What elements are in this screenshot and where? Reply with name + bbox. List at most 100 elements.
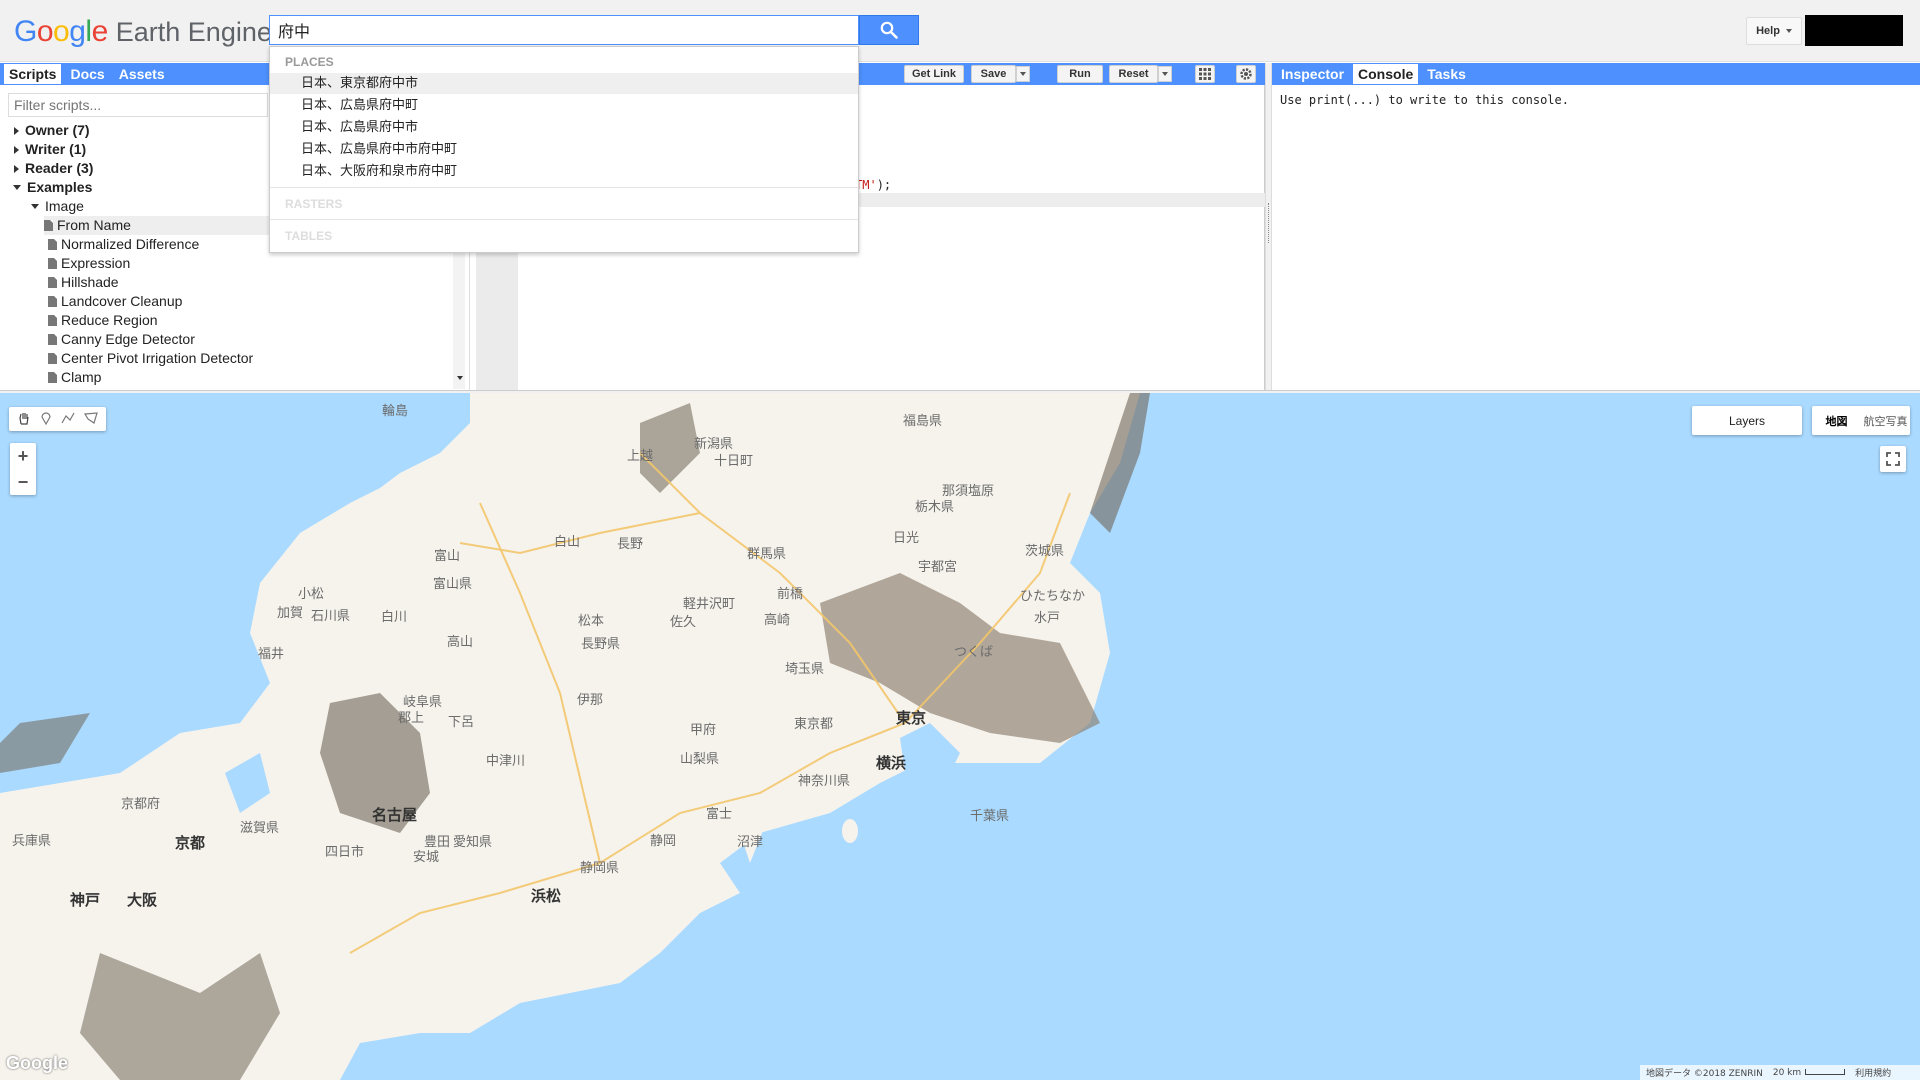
- search-button[interactable]: [859, 15, 919, 45]
- tree-file[interactable]: Hillshade: [48, 273, 119, 292]
- map-label: 高山: [447, 635, 474, 650]
- map-label: 福島県: [903, 414, 943, 429]
- map-label: 栃木県: [915, 500, 955, 515]
- place-suggestion[interactable]: 日本、東京都府中市: [270, 73, 858, 94]
- search-suggestions: PLACES 日本、東京都府中市 日本、広島県府中町 日本、広島県府中市 日本、…: [269, 46, 859, 253]
- tab-inspector[interactable]: Inspector: [1276, 64, 1349, 84]
- filter-scripts-input[interactable]: [8, 93, 268, 117]
- tree-file[interactable]: Center Pivot Irrigation Detector: [48, 349, 253, 368]
- tree-item-reader[interactable]: Reader (3): [14, 159, 93, 178]
- tree-file-label: Reduce Region: [61, 312, 158, 328]
- place-suggestion[interactable]: 日本、大阪府和泉市府中町: [270, 161, 858, 182]
- run-label: Run: [1069, 68, 1091, 80]
- zoom-in-button[interactable]: +: [10, 443, 36, 469]
- tree-item-examples[interactable]: Examples: [13, 178, 92, 197]
- save-dropdown-button[interactable]: [1016, 66, 1030, 82]
- map-city-label: 東京: [896, 709, 927, 727]
- tree-label: Reader: [25, 160, 73, 176]
- map-label: 白川: [381, 610, 408, 625]
- map-label: 軽井沢町: [683, 597, 736, 612]
- chevron-down-icon: [1785, 29, 1792, 33]
- tree-file[interactable]: Landcover Cleanup: [48, 292, 182, 311]
- map-type-map[interactable]: 地図: [1812, 413, 1861, 429]
- grid-icon: [1199, 68, 1211, 80]
- map-type-satellite[interactable]: 航空写真: [1861, 413, 1910, 429]
- place-suggestion[interactable]: 日本、広島県府中市府中町: [270, 139, 858, 160]
- tab-assets[interactable]: Assets: [114, 64, 170, 84]
- tree-file[interactable]: Clamp: [48, 368, 101, 387]
- map-label: 滋賀県: [240, 821, 280, 836]
- tree-file[interactable]: Reduce Region: [48, 311, 158, 330]
- search-box[interactable]: [269, 15, 859, 45]
- code-line[interactable]: TM');: [855, 178, 891, 192]
- search-input[interactable]: [278, 16, 848, 44]
- file-icon: [44, 220, 53, 231]
- map-label: つくば: [954, 645, 994, 660]
- reset-dropdown-button[interactable]: [1158, 66, 1172, 82]
- place-suggestion[interactable]: 日本、広島県府中市: [270, 117, 858, 138]
- terms-link[interactable]: 利用規約: [1855, 1066, 1891, 1079]
- tree-count: (7): [72, 122, 90, 138]
- chevron-down-icon: [1162, 72, 1168, 76]
- expand-arrow-icon: [14, 145, 19, 154]
- map-canvas[interactable]: 輪島 福島県 新潟県 上越 十日町 那須塩原 栃木県 日光 群馬県 茨城県 宇都…: [0, 393, 1920, 1080]
- tab-console[interactable]: Console: [1353, 64, 1419, 84]
- map-data-attribution[interactable]: 地図データ ©2018 ZENRIN: [1646, 1066, 1763, 1079]
- tree-file[interactable]: Canny Edge Detector: [48, 330, 195, 349]
- map-label: 郡上: [398, 711, 425, 726]
- tree-file[interactable]: Expression: [48, 254, 130, 273]
- scale-indicator[interactable]: 20 km: [1773, 1068, 1846, 1078]
- reset-button[interactable]: Reset: [1109, 65, 1158, 83]
- zoom-out-button[interactable]: −: [10, 469, 36, 495]
- logo-letter: o: [36, 15, 54, 48]
- tab-docs[interactable]: Docs: [65, 64, 109, 84]
- place-suggestion[interactable]: 日本、広島県府中町: [270, 95, 858, 116]
- run-button[interactable]: Run: [1057, 65, 1103, 83]
- tree-item-image[interactable]: Image: [31, 197, 84, 216]
- save-button[interactable]: Save: [971, 65, 1016, 83]
- tab-tasks[interactable]: Tasks: [1422, 64, 1471, 84]
- earth-engine-logo[interactable]: Google Earth Engine: [14, 14, 272, 50]
- fullscreen-button[interactable]: [1880, 446, 1906, 472]
- line-icon[interactable]: [61, 411, 75, 428]
- map-label: 静岡: [650, 834, 677, 849]
- tree-label: Examples: [27, 179, 93, 195]
- map-label: 加賀: [277, 606, 304, 621]
- polygon-icon[interactable]: [84, 411, 99, 428]
- help-button[interactable]: Help: [1746, 17, 1802, 45]
- tree-file[interactable]: Normalized Difference: [48, 235, 199, 254]
- apps-button[interactable]: [1195, 65, 1215, 83]
- map-label: 安城: [413, 850, 440, 865]
- tree-item-owner[interactable]: Owner (7): [14, 121, 90, 140]
- expand-arrow-icon: [14, 164, 19, 173]
- tree-file-label: Center Pivot Irrigation Detector: [61, 350, 254, 366]
- get-link-button[interactable]: Get Link: [904, 65, 964, 83]
- account-button[interactable]: [1805, 15, 1903, 46]
- scroll-down-icon[interactable]: [457, 376, 463, 380]
- map-label: 下呂: [448, 715, 475, 730]
- panel-resize-handle[interactable]: [1265, 63, 1272, 390]
- map-city-label: 京都: [175, 834, 206, 852]
- logo-letter: e: [91, 15, 109, 48]
- file-icon: [48, 277, 57, 288]
- tree-file-label: Landcover Cleanup: [61, 293, 183, 309]
- marker-icon[interactable]: [40, 411, 52, 428]
- settings-button[interactable]: [1236, 65, 1256, 83]
- map-city-label: 名古屋: [372, 806, 418, 824]
- zoom-control: + −: [10, 443, 36, 495]
- tab-scripts[interactable]: Scripts: [4, 64, 62, 84]
- logo-letter: g: [69, 15, 86, 48]
- earth-engine-app: Google Earth Engine Help Scripts Docs As…: [0, 0, 1920, 1080]
- file-icon: [48, 372, 57, 383]
- map-label: 甲府: [690, 723, 717, 738]
- map-city-label: 大阪: [127, 891, 158, 909]
- hand-icon[interactable]: [17, 411, 31, 428]
- fullscreen-icon: [1886, 452, 1900, 466]
- google-map-logo: Google: [6, 1053, 68, 1073]
- tree-item-writer[interactable]: Writer (1): [14, 140, 86, 159]
- tree-file[interactable]: From Name: [44, 216, 270, 235]
- collapse-arrow-icon: [31, 204, 39, 209]
- map-label: 茨城県: [1025, 544, 1065, 559]
- layers-button[interactable]: Layers: [1692, 406, 1802, 435]
- right-tab-bar: Inspector Console Tasks: [1272, 63, 1920, 85]
